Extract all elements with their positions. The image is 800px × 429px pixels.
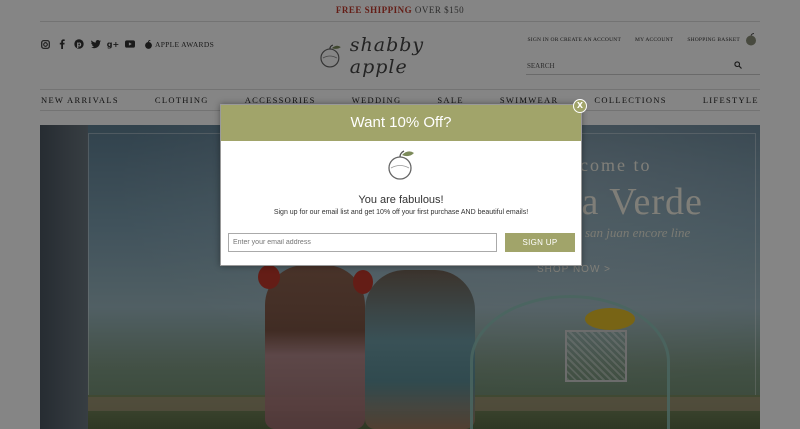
modal-description: Sign up for our email list and get 10% o…	[273, 209, 529, 216]
email-field[interactable]	[228, 233, 497, 252]
sign-up-button[interactable]: SIGN UP	[505, 233, 575, 252]
modal-title: You are fabulous!	[358, 194, 444, 206]
close-button[interactable]: X	[573, 99, 587, 113]
modal-header: Want 10% Off?	[221, 105, 581, 141]
apple-logo-icon	[388, 150, 414, 180]
signup-modal: Want 10% Off? X You are fabulous! Sign u…	[220, 99, 587, 266]
